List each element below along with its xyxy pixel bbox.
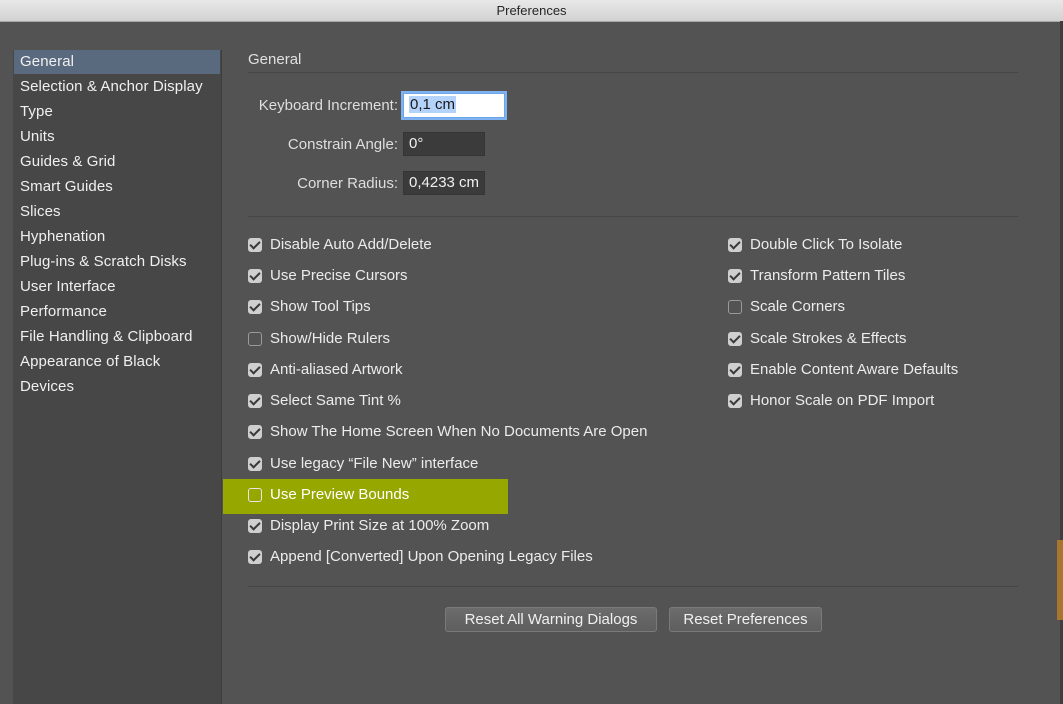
option-label: Scale Corners [750, 298, 846, 315]
option-label: Show The Home Screen When No Documents A… [270, 423, 648, 440]
constrain-angle-input[interactable]: 0° [403, 132, 485, 156]
option-label: Show Tool Tips [270, 298, 371, 315]
sidebar-item-units[interactable]: Units [14, 125, 220, 149]
checkbox[interactable] [728, 300, 742, 314]
checkbox[interactable] [248, 425, 262, 439]
checkbox[interactable] [728, 238, 742, 252]
checkbox[interactable] [248, 457, 262, 471]
sidebar-item-hyphenation[interactable]: Hyphenation [14, 225, 220, 249]
checkbox[interactable] [728, 332, 742, 346]
corner-radius-label: Corner Radius: [297, 175, 398, 192]
sidebar-item-general[interactable]: General [14, 50, 220, 74]
option-label: Use Preview Bounds [270, 486, 410, 503]
checkbox[interactable] [248, 488, 262, 502]
sidebar: General Selection & Anchor Display Type … [13, 50, 222, 704]
sidebar-item-file-handling-clipboard[interactable]: File Handling & Clipboard [14, 325, 220, 349]
checkbox[interactable] [248, 238, 262, 252]
background-window-edge [1057, 540, 1063, 620]
option-label: Disable Auto Add/Delete [270, 236, 432, 253]
option-label: Double Click To Isolate [750, 236, 903, 253]
checkbox[interactable] [248, 394, 262, 408]
option-label: Select Same Tint % [270, 392, 401, 409]
option-label: Show/Hide Rulers [270, 330, 391, 347]
divider [248, 586, 1018, 587]
option-label: Anti-aliased Artwork [270, 361, 403, 378]
checkbox[interactable] [248, 519, 262, 533]
option-label: Append [Converted] Upon Opening Legacy F… [270, 548, 593, 565]
checkbox[interactable] [248, 269, 262, 283]
section-title: General [248, 51, 302, 68]
option-label: Display Print Size at 100% Zoom [270, 517, 490, 534]
option-label: Scale Strokes & Effects [750, 330, 907, 347]
keyboard-increment-label: Keyboard Increment: [258, 97, 398, 114]
sidebar-item-user-interface[interactable]: User Interface [14, 275, 220, 299]
divider [248, 72, 1018, 73]
option-label: Transform Pattern Tiles [750, 267, 906, 284]
sidebar-item-selection-anchor-display[interactable]: Selection & Anchor Display [14, 75, 220, 99]
constrain-angle-label: Constrain Angle: [287, 136, 398, 153]
sidebar-item-performance[interactable]: Performance [14, 300, 220, 324]
option-label: Enable Content Aware Defaults [750, 361, 959, 378]
option-label: Use Precise Cursors [270, 267, 408, 284]
checkbox[interactable] [728, 269, 742, 283]
checkbox[interactable] [728, 394, 742, 408]
option-label: Use legacy “File New” interface [270, 455, 479, 472]
sidebar-item-appearance-of-black[interactable]: Appearance of Black [14, 350, 220, 374]
checkbox[interactable] [248, 332, 262, 346]
checkbox[interactable] [248, 363, 262, 377]
divider [248, 216, 1018, 217]
sidebar-item-slices[interactable]: Slices [14, 200, 220, 224]
sidebar-item-plugins-scratch-disks[interactable]: Plug-ins & Scratch Disks [14, 250, 220, 274]
checkbox[interactable] [248, 300, 262, 314]
checkbox[interactable] [248, 550, 262, 564]
sidebar-item-smart-guides[interactable]: Smart Guides [14, 175, 220, 199]
keyboard-increment-input[interactable]: 0,1 cm [403, 93, 505, 118]
sidebar-item-guides-grid[interactable]: Guides & Grid [14, 150, 220, 174]
option-label: Honor Scale on PDF Import [750, 392, 935, 409]
sidebar-item-devices[interactable]: Devices [14, 375, 220, 399]
reset-all-warning-dialogs-button[interactable]: Reset All Warning Dialogs [445, 607, 657, 632]
checkbox[interactable] [728, 363, 742, 377]
reset-preferences-button[interactable]: Reset Preferences [669, 607, 822, 632]
window-title: Preferences [0, 0, 1063, 22]
sidebar-item-type[interactable]: Type [14, 100, 220, 124]
corner-radius-input[interactable]: 0,4233 cm [403, 171, 485, 195]
keyboard-increment-value: 0,1 cm [409, 96, 457, 113]
